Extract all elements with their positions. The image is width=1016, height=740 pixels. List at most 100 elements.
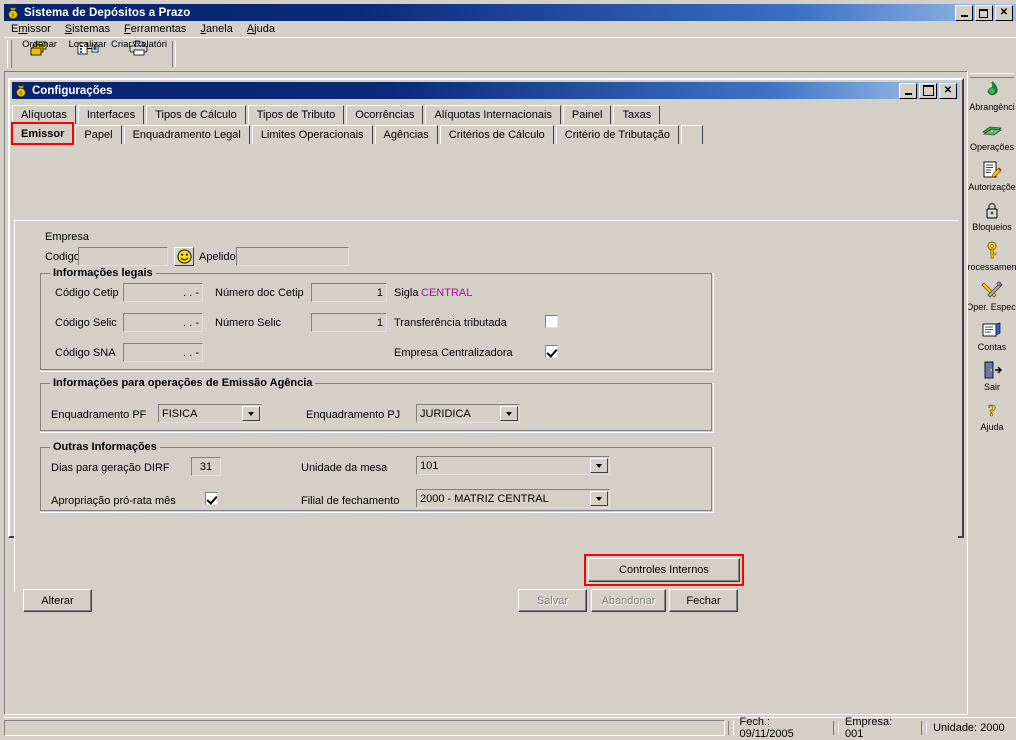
dock-button-contas[interactable]: Contas bbox=[968, 319, 1016, 359]
codigo-cetip-label: Código Cetip bbox=[55, 287, 119, 299]
padlock-icon bbox=[979, 199, 1005, 221]
dock-button-ajuda[interactable]: ? Ajuda bbox=[968, 399, 1016, 439]
exit-door-icon bbox=[979, 359, 1005, 381]
menu-item-janela[interactable]: Janela bbox=[193, 22, 239, 36]
money-bag-icon: $ bbox=[6, 6, 20, 20]
dock-button-operacoes[interactable]: Operações bbox=[968, 119, 1016, 159]
apropriacao-prorata-checkbox[interactable] bbox=[205, 492, 218, 505]
empresa-centralizadora-checkbox[interactable] bbox=[545, 345, 558, 358]
toolbar-button-ordenar[interactable]: Ordenar bbox=[14, 39, 65, 69]
codigo-cetip-input[interactable]: . . - bbox=[123, 283, 203, 302]
group-caption: Informações legais bbox=[50, 267, 156, 279]
dock-button-label: Operações bbox=[969, 142, 1015, 152]
numero-selic-input[interactable]: 1 bbox=[311, 313, 387, 332]
chevron-down-icon[interactable] bbox=[242, 406, 260, 421]
codigo-label: Codigo bbox=[45, 251, 80, 263]
status-empresa: Empresa: 001 bbox=[845, 716, 893, 740]
numero-selic-label: Número Selic bbox=[215, 317, 282, 329]
menu-item-sistemas[interactable]: Sistemas bbox=[58, 22, 117, 36]
restore-icon[interactable] bbox=[975, 4, 993, 21]
tab-aliquotas-internacionais[interactable]: Alíquotas Internacionais bbox=[425, 105, 561, 124]
dock-button-label: Contas bbox=[977, 342, 1007, 352]
status-divider bbox=[921, 721, 928, 735]
tab-interfaces[interactable]: Interfaces bbox=[77, 105, 145, 124]
salvar-button[interactable]: Salvar bbox=[518, 589, 587, 612]
numero-doc-cetip-input[interactable]: 1 bbox=[311, 283, 387, 302]
transferencia-tributada-checkbox[interactable] bbox=[545, 315, 558, 328]
question-mark-icon: ? bbox=[979, 399, 1005, 421]
transferencia-tributada-label: Transferência tributada bbox=[394, 317, 507, 329]
abandonar-button[interactable]: Abandonar bbox=[591, 589, 666, 612]
tab-tipos-de-tributo[interactable]: Tipos de Tributo bbox=[247, 105, 345, 124]
document-pencil-icon bbox=[979, 159, 1005, 181]
group-caption: Informações para operações de Emissão Ag… bbox=[50, 377, 316, 389]
toolbar-button-criar-relatorio[interactable]: Criar Relatóri bbox=[110, 39, 168, 69]
tab-row-lower: Emissor Papel Enquadramento Legal Limite… bbox=[10, 122, 958, 145]
tab-emissor[interactable]: Emissor bbox=[10, 122, 75, 145]
dock-button-bloqueios[interactable]: Bloqueios bbox=[968, 199, 1016, 239]
tab-papel[interactable]: Papel bbox=[75, 125, 122, 144]
main-window-controls: ✕ bbox=[955, 4, 1013, 21]
money-icon bbox=[979, 119, 1005, 141]
chevron-down-icon[interactable] bbox=[500, 406, 518, 421]
dock-button-abrangencia[interactable]: Abrangênci bbox=[968, 79, 1016, 119]
chevron-down-icon[interactable] bbox=[590, 491, 608, 506]
money-bag-icon: $ bbox=[14, 84, 28, 98]
application-window: $ Sistema de Depósitos a Prazo ✕ Emissor… bbox=[0, 0, 1016, 740]
tab-aliquotas[interactable]: Alíquotas bbox=[12, 105, 76, 124]
dias-dirf-input[interactable]: 31 bbox=[191, 457, 221, 476]
menu-item-emissor[interactable]: Emissor bbox=[4, 22, 58, 36]
codigo-sna-input[interactable]: . . - bbox=[123, 343, 203, 362]
tab-painel[interactable]: Painel bbox=[562, 105, 612, 124]
sigla-label: Sigla bbox=[394, 287, 419, 299]
configuracoes-dialog: $ Configurações ✕ Alíquotas Interfaces T… bbox=[8, 78, 964, 612]
apelido-input[interactable] bbox=[236, 247, 349, 266]
toolbar-separator bbox=[172, 41, 176, 67]
minimize-icon[interactable] bbox=[955, 4, 973, 21]
tab-taxas[interactable]: Taxas bbox=[613, 105, 661, 124]
tab-limites-operacionais[interactable]: Limites Operacionais bbox=[251, 125, 373, 144]
chevron-down-icon[interactable] bbox=[590, 458, 608, 473]
codigo-input[interactable] bbox=[78, 247, 168, 266]
maximize-icon[interactable] bbox=[919, 82, 937, 99]
menu-item-ferramentas[interactable]: Ferramentas bbox=[117, 22, 193, 36]
dock-button-sair[interactable]: Sair bbox=[968, 359, 1016, 399]
codigo-sna-label: Código SNA bbox=[55, 347, 116, 359]
filial-fechamento-select[interactable]: 2000 - MATRIZ CENTRAL bbox=[416, 489, 610, 508]
tab-blank[interactable] bbox=[680, 125, 703, 144]
tab-tipos-de-calculo[interactable]: Tipos de Cálculo bbox=[146, 105, 246, 124]
tab-ocorrencias[interactable]: Ocorrências bbox=[346, 105, 424, 124]
tab-agencias[interactable]: Agências bbox=[374, 125, 438, 144]
main-title-bar: $ Sistema de Depósitos a Prazo ✕ bbox=[4, 4, 1016, 21]
unidade-da-mesa-select[interactable]: 101 bbox=[416, 456, 610, 475]
tab-enquadramento-legal[interactable]: Enquadramento Legal bbox=[123, 125, 250, 144]
dock-button-autorizacoes[interactable]: Autorizaçõe bbox=[968, 159, 1016, 199]
smiley-face-icon[interactable] bbox=[174, 247, 194, 266]
close-icon[interactable]: ✕ bbox=[995, 4, 1013, 21]
enquadramento-pf-select[interactable]: FISICA bbox=[158, 404, 262, 423]
toolbar-grip[interactable] bbox=[7, 40, 12, 68]
tab-criterios-de-calculo[interactable]: Critérios de Cálculo bbox=[439, 125, 554, 144]
fechar-button[interactable]: Fechar bbox=[669, 589, 738, 612]
codigo-selic-label: Código Selic bbox=[55, 317, 117, 329]
apropriacao-prorata-label: Apropriação pró-rata mês bbox=[51, 495, 176, 507]
dock-button-oper-especiais[interactable]: Oper. Especi bbox=[968, 279, 1016, 319]
codigo-selic-input[interactable]: . . - bbox=[123, 313, 203, 332]
button-label: Fechar bbox=[686, 594, 721, 607]
dock-button-label: rocessamen bbox=[968, 262, 1016, 272]
dialog-title-bar: $ Configurações ✕ bbox=[12, 82, 960, 99]
minimize-icon[interactable] bbox=[899, 82, 917, 99]
controles-internos-button[interactable]: Controles Internos bbox=[588, 558, 740, 582]
dock-button-processamento[interactable]: rocessamen bbox=[968, 239, 1016, 279]
dialog-title: Configurações bbox=[32, 84, 113, 97]
tab-criterio-de-tributacao[interactable]: Critério de Tributação bbox=[555, 125, 679, 144]
dialog-window-controls: ✕ bbox=[899, 82, 957, 99]
alterar-button[interactable]: Alterar bbox=[23, 589, 92, 612]
menu-item-ajuda[interactable]: Ajuda bbox=[240, 22, 282, 36]
dock-grip[interactable] bbox=[970, 73, 1014, 78]
tools-icon bbox=[979, 279, 1005, 301]
dock-button-label: Ajuda bbox=[980, 422, 1004, 432]
toolbar-button-localizar[interactable]: Localizar bbox=[62, 39, 113, 69]
close-icon[interactable]: ✕ bbox=[939, 82, 957, 99]
enquadramento-pj-select[interactable]: JURIDICA bbox=[416, 404, 520, 423]
